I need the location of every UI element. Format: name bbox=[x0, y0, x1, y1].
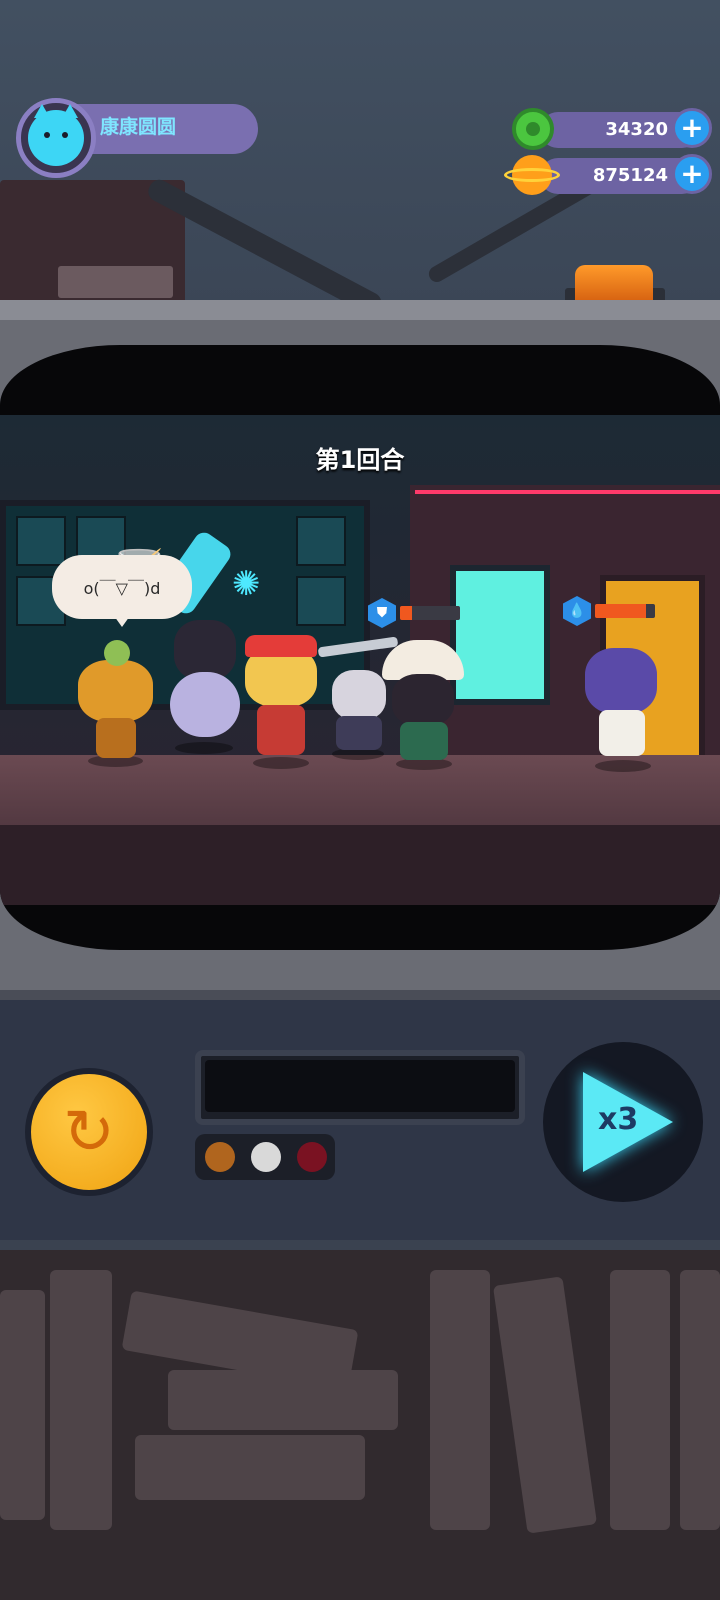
window-pane bbox=[296, 576, 346, 626]
character-body bbox=[400, 722, 448, 760]
shield-icon: ⛊ bbox=[368, 598, 396, 628]
character-head bbox=[174, 620, 236, 680]
emote-bubble-tail bbox=[112, 613, 132, 627]
ally-robot-pumpkin[interactable] bbox=[68, 640, 158, 770]
window-pane bbox=[16, 516, 66, 566]
display-screen bbox=[205, 1060, 515, 1112]
retry-button[interactable]: ↻ bbox=[25, 1068, 153, 1196]
neon-octopus-icon: ✺ bbox=[232, 564, 261, 604]
window-pane bbox=[296, 516, 346, 566]
enemy-hp-fill bbox=[595, 604, 646, 618]
book bbox=[492, 1276, 598, 1534]
enemy-pirate[interactable] bbox=[378, 640, 468, 770]
enemy-hp-bar bbox=[595, 604, 655, 618]
character-body bbox=[599, 710, 645, 756]
add-planets-button[interactable]: + bbox=[672, 154, 712, 194]
retry-icon: ↻ bbox=[63, 1095, 115, 1168]
character-body bbox=[257, 705, 305, 755]
planet-value: 875124 bbox=[592, 165, 668, 186]
book bbox=[50, 1270, 112, 1530]
stage-floor-shadow bbox=[0, 825, 720, 905]
coin-value: 34320 bbox=[605, 119, 668, 140]
character-shadow bbox=[595, 760, 651, 772]
planet-ring bbox=[504, 168, 560, 182]
character-head bbox=[585, 648, 657, 714]
avatar[interactable] bbox=[16, 98, 96, 178]
character-body bbox=[336, 716, 382, 750]
book bbox=[680, 1270, 720, 1530]
speed-label: x3 bbox=[598, 1102, 639, 1137]
neon-sign bbox=[415, 490, 720, 545]
indicator-light bbox=[251, 1142, 281, 1172]
book bbox=[430, 1270, 490, 1530]
leaf-icon bbox=[104, 640, 130, 666]
character-head bbox=[78, 660, 153, 722]
book bbox=[0, 1290, 45, 1520]
avatar-eye bbox=[44, 132, 50, 138]
book bbox=[135, 1435, 365, 1500]
character-shadow bbox=[253, 757, 309, 769]
drop-icon: 💧 bbox=[563, 596, 591, 626]
indicator-light bbox=[297, 1142, 327, 1172]
add-coins-button[interactable]: + bbox=[672, 108, 712, 148]
enemy-purple-hair[interactable] bbox=[575, 648, 670, 773]
indicator-light bbox=[205, 1142, 235, 1172]
enemy-hp-bar bbox=[400, 606, 460, 620]
cat-face-icon bbox=[28, 104, 84, 166]
coin-icon bbox=[512, 108, 554, 150]
round-label: 第1回合 bbox=[315, 446, 405, 474]
enemy-status-purple: 💧 bbox=[563, 596, 655, 626]
player-name: 康康圆圆 bbox=[100, 116, 177, 138]
bookshelf bbox=[0, 1250, 720, 1600]
enemy-hp-fill bbox=[400, 606, 412, 620]
avatar-eye bbox=[62, 132, 68, 138]
character-body bbox=[170, 672, 240, 737]
character-shadow bbox=[175, 742, 233, 754]
background-box-label bbox=[58, 266, 173, 298]
enemy-status-pirate: ⛊ bbox=[368, 598, 460, 628]
book bbox=[610, 1270, 670, 1530]
character-head bbox=[392, 674, 454, 726]
crown-icon bbox=[245, 635, 317, 657]
book bbox=[168, 1370, 398, 1430]
character-body bbox=[96, 718, 136, 758]
ally-king[interactable] bbox=[235, 635, 325, 770]
siren-light-icon bbox=[575, 265, 653, 303]
